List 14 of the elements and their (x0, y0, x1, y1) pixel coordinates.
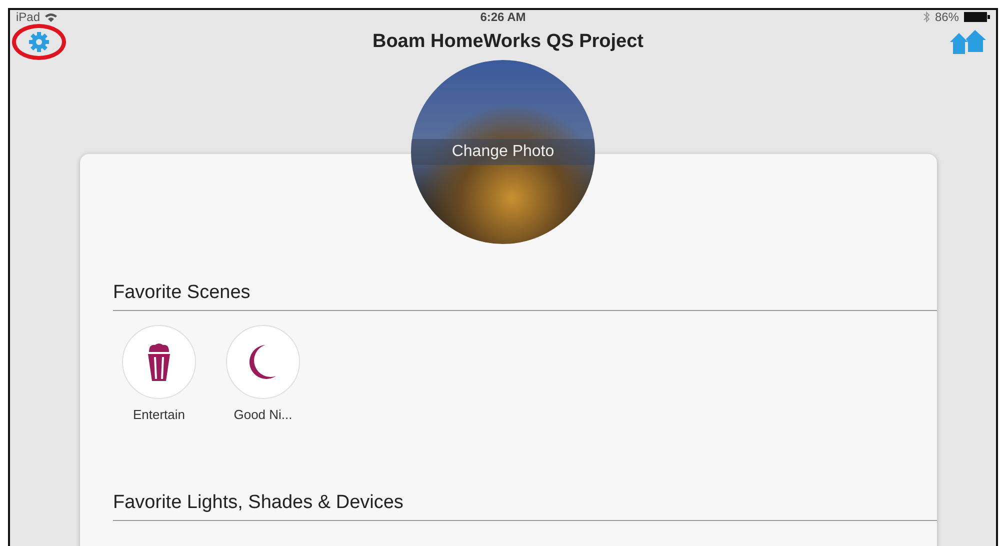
scene-label: Entertain (132, 407, 186, 422)
battery-icon (964, 12, 990, 22)
wifi-icon (45, 12, 58, 22)
section-heading: Favorite Lights, Shades & Devices (113, 492, 937, 521)
bluetooth-icon (922, 11, 930, 23)
battery-percent: 86% (934, 10, 959, 24)
project-title: Boam HomeWorks QS Project (372, 31, 644, 53)
device-name: iPad (16, 10, 40, 24)
status-time: 6:26 AM (480, 10, 526, 24)
moon-icon (249, 344, 277, 380)
scene-label: Good Ni... (234, 407, 292, 422)
section-heading: Favorite Scenes (113, 282, 937, 311)
change-photo-button[interactable]: Change Photo (411, 139, 595, 165)
popcorn-icon (147, 343, 171, 381)
